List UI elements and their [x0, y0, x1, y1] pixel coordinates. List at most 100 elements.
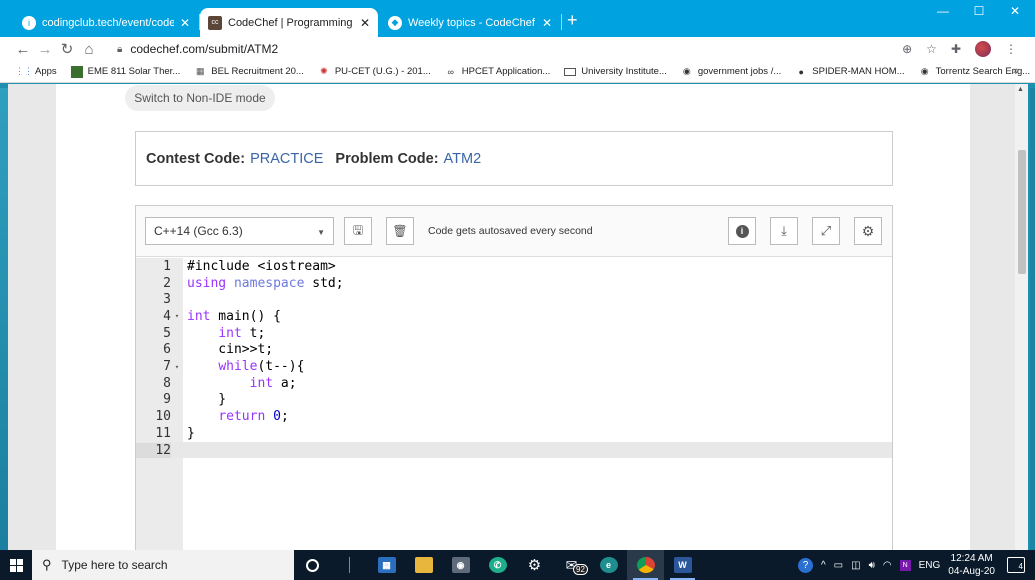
save-button[interactable]: 🖫︎ [344, 217, 372, 245]
scroll-up-icon[interactable]: ▲ [1017, 86, 1024, 93]
caret-down-icon: ▼ [317, 228, 325, 237]
home-icon[interactable]: ⌂ [78, 41, 100, 58]
url-text: codechef.com/submit/ATM2 [130, 42, 279, 56]
camera-icon[interactable]: ◉ [442, 550, 479, 580]
code-text: int a; [249, 375, 297, 391]
tab-codechef[interactable]: cc CodeChef | Programming Compe ✕ [200, 8, 378, 37]
network-icon[interactable]: ◫ [851, 560, 860, 571]
settings-icon[interactable]: ⚙ [516, 550, 553, 580]
switch-to-non-ide-button[interactable]: Switch to Non-IDE mode [125, 85, 275, 111]
editor-toolbar: C++14 (Gcc 6.3) ▼ 🖫︎ 🗑︎ Code gets autosa… [136, 206, 892, 257]
code-text-area[interactable]: 1 #include <iostream> 2 using namespace … [136, 258, 892, 550]
menu-icon[interactable]: ⋮ [1005, 42, 1017, 56]
taskbar-search[interactable]: ⚲ Type here to search [32, 550, 294, 580]
wifi-icon[interactable]: ◠ [883, 560, 892, 571]
close-icon[interactable]: ✕ [180, 16, 190, 30]
line-number: 7 [163, 359, 171, 375]
mail-icon[interactable]: ✉ 92 [553, 550, 590, 580]
chrome-icon[interactable] [627, 550, 664, 580]
bookmark-item[interactable]: ✺ PU-CET (U.G.) - 201... [318, 66, 431, 78]
chevron-up-icon[interactable]: ^ [821, 560, 826, 571]
page-viewport: Switch to Non-IDE mode Contest Code: PRA… [8, 84, 1028, 550]
edge-icon[interactable]: e [590, 550, 627, 580]
fold-arrow-icon[interactable]: ▾ [171, 312, 183, 320]
code-text: int main() { [187, 308, 281, 324]
problem-code-link[interactable]: ATM2 [444, 151, 482, 167]
new-tab-button[interactable]: + [567, 10, 578, 31]
windows-taskbar: ⚲ Type here to search ▦ ◉ ✆ ⚙ ✉ 92 e W ?… [0, 550, 1035, 580]
code-line: 11 } [136, 425, 892, 442]
language-select[interactable]: C++14 (Gcc 6.3) ▼ [145, 217, 334, 245]
close-window-button[interactable]: ✕ [1000, 4, 1030, 18]
volume-icon[interactable]: 🔊︎ [869, 560, 875, 571]
bookmark-item[interactable]: ∞ HPCET Application... [445, 66, 551, 78]
onenote-icon[interactable]: N [899, 559, 911, 571]
settings-button[interactable]: ⚙ [854, 217, 882, 245]
download-button[interactable]: ⤓ [770, 217, 798, 245]
cortana-icon[interactable] [294, 550, 331, 580]
forward-arrow-icon[interactable]: → [34, 41, 56, 58]
taskbar-clock[interactable]: 12:24 AM 04-Aug-20 [948, 552, 995, 578]
line-number: 8 [163, 375, 171, 391]
discuss-icon: ◆ [388, 15, 402, 30]
notification-center-icon[interactable]: 4 [1007, 557, 1025, 573]
file-explorer-icon[interactable] [405, 550, 442, 580]
code-line: 7 ▾ while(t--){ [136, 358, 892, 375]
bookmark-item[interactable]: ● SPIDER-MAN HOM... [795, 66, 905, 78]
close-icon[interactable]: ✕ [360, 16, 370, 30]
star-icon[interactable]: ☆ [926, 42, 937, 56]
globe-icon: ◉ [920, 66, 929, 76]
expand-icon: ⤢ [820, 223, 832, 238]
line-number: 10 [155, 409, 171, 425]
browser-toolbar: ← → ↻ ⌂ 🔒︎ codechef.com/submit/ATM2 ⊕ ☆ … [0, 37, 1035, 61]
task-view-icon[interactable] [331, 550, 368, 580]
maximize-button[interactable]: ☐ [964, 4, 994, 18]
line-number: 4 [163, 308, 171, 324]
close-icon[interactable]: ✕ [542, 16, 552, 30]
code-editor-panel: C++14 (Gcc 6.3) ▼ 🖫︎ 🗑︎ Code gets autosa… [135, 205, 893, 550]
info-button[interactable]: i [728, 217, 756, 245]
word-icon[interactable]: W [664, 550, 701, 580]
notification-count: 4 [1018, 562, 1023, 571]
chevron-right-icon[interactable]: » [1013, 65, 1019, 77]
contest-code-link[interactable]: PRACTICE [250, 151, 323, 167]
reload-icon[interactable]: ↻ [56, 40, 78, 58]
codechef-icon: cc [208, 15, 222, 30]
line-number: 3 [163, 292, 171, 308]
tab-codechef-discuss[interactable]: ◆ Weekly topics - CodeChef Discus ✕ [380, 8, 560, 37]
bookmark-item[interactable]: University Institute... [564, 66, 667, 77]
tab-codingclub[interactable]: i codingclub.tech/event/codechef ✕ [14, 8, 198, 37]
avatar[interactable] [975, 41, 991, 57]
tab-separator [561, 14, 562, 30]
help-icon[interactable]: ? [797, 557, 813, 573]
whatsapp-icon[interactable]: ✆ [479, 550, 516, 580]
minimize-button[interactable]: — [928, 4, 958, 18]
page-scrollbar[interactable]: ▲ [1015, 84, 1028, 550]
input-language[interactable]: ENG [919, 560, 941, 571]
clock-time: 12:24 AM [950, 553, 993, 564]
zoom-icon[interactable]: ⊕ [902, 42, 912, 56]
line-number: 1 [163, 258, 171, 274]
fullscreen-button[interactable]: ⤢ [812, 217, 840, 245]
code-text: cin>>t; [187, 342, 274, 358]
search-icon: ⚲ [42, 557, 52, 572]
scrollbar-thumb[interactable] [1018, 150, 1026, 274]
delete-button[interactable]: 🗑︎ [386, 217, 414, 245]
start-button[interactable] [0, 550, 32, 580]
bookmark-item[interactable]: ▦ BEL Recruitment 20... [194, 66, 304, 78]
back-arrow-icon[interactable]: ← [12, 41, 34, 58]
store-icon[interactable]: ▦ [368, 550, 405, 580]
browser-tab-strip: i codingclub.tech/event/codechef ✕ cc Co… [0, 0, 1035, 37]
bookmark-item[interactable]: ◉ government jobs /... [681, 66, 781, 78]
bookmark-item[interactable]: EME 811 Solar Ther... [70, 65, 180, 78]
bookmark-icon: ✺ [320, 66, 328, 76]
battery-icon[interactable]: ▭ [834, 560, 843, 571]
bookmark-icon: ▦ [195, 66, 205, 76]
code-text: int t; [218, 325, 266, 341]
code-line: 10 return 0; [136, 408, 892, 425]
code-line: 8 int a; [136, 375, 892, 392]
extensions-icon[interactable]: ✚ [951, 42, 961, 56]
bookmark-apps[interactable]: ⋮⋮ Apps [15, 66, 57, 78]
address-bar[interactable]: 🔒︎ codechef.com/submit/ATM2 [117, 38, 953, 60]
fold-arrow-icon[interactable]: ▾ [171, 363, 183, 371]
